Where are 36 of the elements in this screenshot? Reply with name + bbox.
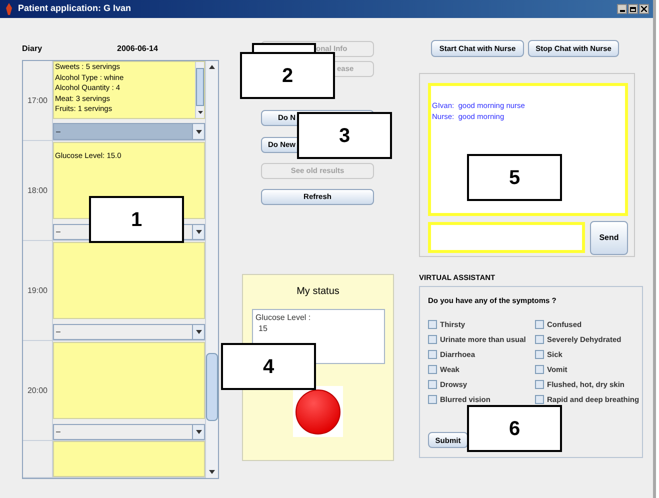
callout-tooltip: 1 (89, 196, 184, 243)
glucose-value: 15 (258, 323, 268, 334)
app-icon (4, 3, 14, 15)
scroll-down-icon[interactable] (198, 110, 202, 114)
callout-tooltip: 3 (297, 112, 392, 159)
entry-scrollbar[interactable] (195, 62, 204, 118)
time-label: 17:00 (27, 94, 48, 106)
glucose-label: Glucose Level : (256, 312, 312, 323)
activity-dropdown[interactable]: – (53, 324, 205, 340)
time-label: 19:00 (27, 284, 48, 296)
callout-tooltip: 5 (467, 154, 562, 201)
scrollbar-thumb[interactable] (206, 353, 218, 421)
maximize-button[interactable] (628, 4, 638, 14)
send-button[interactable]: Send (590, 221, 628, 255)
time-label: 18:00 (27, 184, 48, 196)
activity-dropdown[interactable]: – (53, 123, 205, 140)
close-button[interactable] (639, 4, 649, 14)
minimize-button[interactable] (617, 4, 627, 14)
scroll-up-icon[interactable] (209, 65, 215, 69)
scrollbar[interactable] (205, 61, 218, 478)
scroll-down-icon[interactable] (209, 470, 215, 474)
chat-input-field[interactable] (428, 222, 585, 253)
activity-dropdown[interactable]: – (53, 424, 205, 440)
callout-tooltip: 6 (467, 405, 562, 452)
status-light (295, 388, 341, 434)
window-title: Patient application: G Ivan (18, 2, 132, 16)
callout-tooltip: 4 (221, 343, 316, 390)
dropdown-arrow-icon[interactable] (196, 330, 202, 334)
dropdown-arrow-icon[interactable] (196, 430, 202, 434)
diary-label: Diary (22, 43, 42, 55)
dropdown-arrow-icon[interactable] (196, 130, 202, 134)
dropdown-arrow-icon[interactable] (196, 230, 202, 234)
callout-tooltip: 2 (240, 52, 335, 99)
diary-date: 2006-06-14 (117, 43, 158, 55)
status-title: My status (296, 285, 340, 299)
time-label: 20:00 (27, 384, 48, 396)
